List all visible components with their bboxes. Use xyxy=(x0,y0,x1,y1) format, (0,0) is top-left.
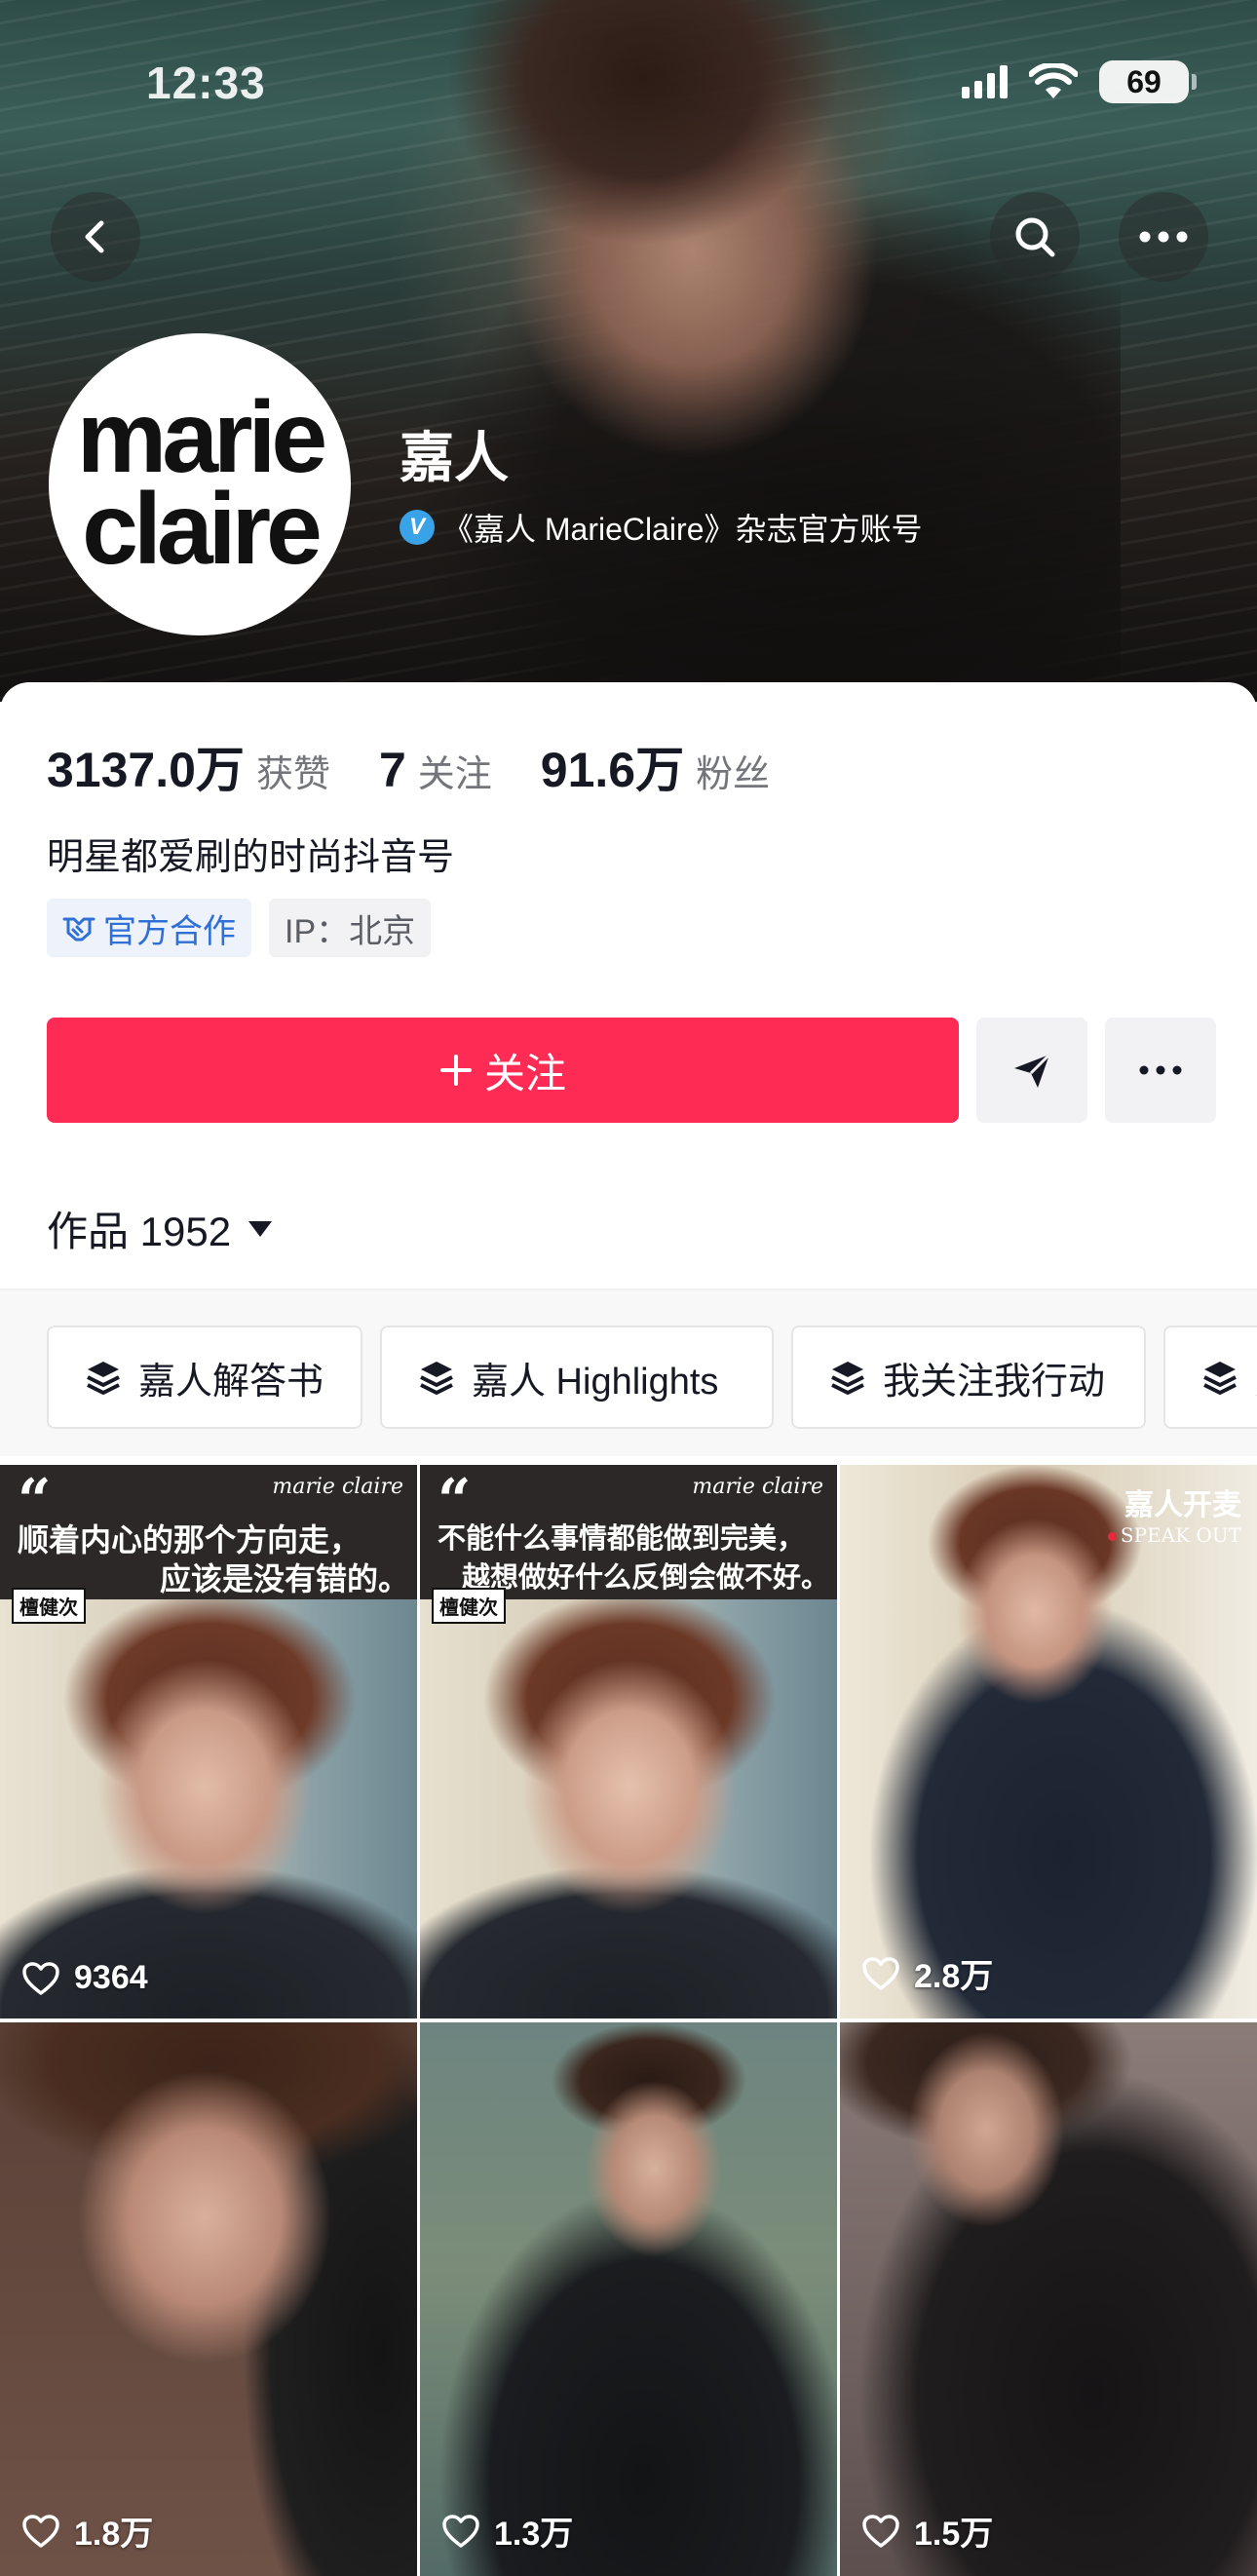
more-button[interactable] xyxy=(1119,192,1208,282)
layers-icon xyxy=(831,1362,864,1395)
search-icon xyxy=(1015,217,1055,257)
like-count: 1.5万 xyxy=(861,2507,993,2555)
video-tile[interactable]: 1.8万 xyxy=(0,2022,417,2576)
more-actions-button[interactable] xyxy=(1105,1018,1216,1123)
back-button[interactable] xyxy=(51,192,140,282)
profile-bio: 明星都爱刷的时尚抖音号 xyxy=(47,837,455,878)
stat-label: 获赞 xyxy=(255,754,330,795)
battery-indicator: 69 xyxy=(1099,60,1197,103)
like-count: 2.8万 xyxy=(861,1949,993,1997)
video-thumbnail xyxy=(840,1465,1257,2019)
video-thumbnail xyxy=(0,2022,417,2576)
like-count: 9364 xyxy=(21,1959,148,1997)
like-value: 9364 xyxy=(74,1959,148,1996)
stat-likes[interactable]: 3137.0万 获赞 xyxy=(47,731,330,801)
stat-label: 关注 xyxy=(417,754,492,795)
stat-value: 91.6万 xyxy=(540,743,685,797)
works-label: 作品 1952 xyxy=(47,1209,232,1254)
video-tile[interactable]: “ marie claire 不能什么事情都能做到完美， 越想做好什么反倒会做不… xyxy=(420,1465,837,2019)
collection-chip[interactable]: 我关注我行动 xyxy=(791,1326,1146,1429)
video-thumbnail xyxy=(420,2022,837,2576)
tag-ip-location: IP：北京 xyxy=(269,899,432,957)
profile-name: 嘉人 xyxy=(400,427,509,488)
collection-chip[interactable]: 嘉 xyxy=(1163,1326,1257,1429)
profile-tags: 官方合作 IP：北京 xyxy=(47,899,432,957)
heart-icon xyxy=(22,2514,59,2548)
speak-out-title: 嘉人开麦 SPEAK OUT xyxy=(1108,1480,1241,1547)
follow-label: 关注 xyxy=(483,1050,566,1096)
quote-banner: “ marie claire 不能什么事情都能做到完美， 越想做好什么反倒会做不… xyxy=(420,1465,837,1599)
collection-chip[interactable]: 嘉人解答书 xyxy=(47,1326,362,1429)
heart-icon xyxy=(22,1961,59,1995)
quote-text-line2: 越想做好什么反倒会做不好。 xyxy=(461,1560,829,1594)
collection-label: 嘉人 Highlights xyxy=(472,1361,719,1403)
brand-watermark: marie claire xyxy=(272,1475,403,1499)
like-value: 2.8万 xyxy=(914,1958,994,1995)
works-selector[interactable]: 作品 1952 xyxy=(47,1199,274,1258)
tag-label: IP：北京 xyxy=(285,912,416,950)
heart-icon xyxy=(862,1956,899,1990)
stat-following[interactable]: 7 关注 xyxy=(379,742,492,798)
avatar-logo-line2: claire xyxy=(82,473,323,586)
stat-value: 3137.0万 xyxy=(47,743,245,797)
layers-icon xyxy=(420,1362,453,1395)
video-tile[interactable]: “ marie claire 顺着内心的那个方向走， 应该是没有错的。 檀健次 … xyxy=(0,1465,417,2019)
more-horizontal-icon xyxy=(1139,1065,1182,1075)
quote-banner: “ marie claire 顺着内心的那个方向走， 应该是没有错的。 xyxy=(0,1465,417,1599)
collection-label: 我关注我行动 xyxy=(883,1361,1106,1403)
cellular-signal-icon xyxy=(962,65,1008,98)
like-count: 1.3万 xyxy=(441,2507,573,2555)
search-button[interactable] xyxy=(990,192,1080,282)
chevron-left-icon xyxy=(85,220,104,253)
wifi-icon xyxy=(1029,63,1078,98)
verification-text: 《嘉人 MarieClaire》杂志官方账号 xyxy=(442,512,923,547)
speak-out-title-line1: 嘉人开麦 xyxy=(1124,1488,1241,1522)
heart-icon xyxy=(442,2514,479,2548)
tag-label: 官方合作 xyxy=(103,912,236,950)
collection-chip[interactable]: 嘉人 Highlights xyxy=(380,1326,774,1429)
share-button[interactable] xyxy=(976,1018,1087,1123)
stats-row: 3137.0万 获赞 7 关注 91.6万 粉丝 xyxy=(47,731,819,801)
stat-value: 7 xyxy=(378,743,406,797)
plus-icon xyxy=(439,1055,472,1086)
video-tile[interactable]: 1.5万 xyxy=(840,2022,1257,2576)
quote-text-line1: 不能什么事情都能做到完美， xyxy=(438,1521,806,1555)
send-icon xyxy=(1014,1053,1051,1088)
brand-watermark: marie claire xyxy=(692,1475,823,1499)
video-tile[interactable]: 1.3万 xyxy=(420,2022,837,2576)
status-icons: 69 xyxy=(962,60,1197,103)
quote-text-line2: 应该是没有错的。 xyxy=(159,1560,409,1597)
handshake-icon xyxy=(62,917,95,942)
more-horizontal-icon xyxy=(1139,231,1188,243)
stat-label: 粉丝 xyxy=(696,754,771,795)
video-grid: “ marie claire 顺着内心的那个方向走， 应该是没有错的。 檀健次 … xyxy=(0,1465,1257,2576)
video-thumbnail xyxy=(840,2022,1257,2576)
status-time: 12:33 xyxy=(146,58,266,108)
layers-icon xyxy=(87,1362,120,1395)
heart-icon xyxy=(862,2514,899,2548)
like-value: 1.5万 xyxy=(914,2516,994,2553)
profile-cover: 12:33 69 marie claire 嘉人 V 《嘉人 MarieClai… xyxy=(0,0,1257,702)
stat-followers[interactable]: 91.6万 粉丝 xyxy=(541,731,770,801)
avatar-logo-line1: marie xyxy=(76,381,328,495)
name-tag: 檀健次 xyxy=(12,1588,86,1624)
follow-button[interactable]: 关注 xyxy=(47,1018,959,1123)
video-tile[interactable]: 嘉人开麦 SPEAK OUT 2.8万 xyxy=(840,1465,1257,2019)
like-value: 1.8万 xyxy=(74,2516,154,2553)
verification-row: V 《嘉人 MarieClaire》杂志官方账号 xyxy=(400,505,923,550)
like-count: 1.8万 xyxy=(21,2507,153,2555)
speak-out-title-line2: SPEAK OUT xyxy=(1108,1523,1241,1547)
avatar[interactable]: marie claire xyxy=(49,333,351,635)
layers-icon xyxy=(1203,1362,1237,1395)
like-value: 1.3万 xyxy=(494,2516,574,2553)
collections-row: 嘉人解答书 嘉人 Highlights 我关注我行动 嘉 xyxy=(0,1290,1257,1456)
name-tag: 檀健次 xyxy=(432,1588,506,1624)
tag-official-cooperation[interactable]: 官方合作 xyxy=(47,899,251,957)
collection-label: 嘉人解答书 xyxy=(138,1361,324,1403)
verified-badge-icon: V xyxy=(400,510,435,545)
caret-down-icon xyxy=(248,1220,273,1237)
